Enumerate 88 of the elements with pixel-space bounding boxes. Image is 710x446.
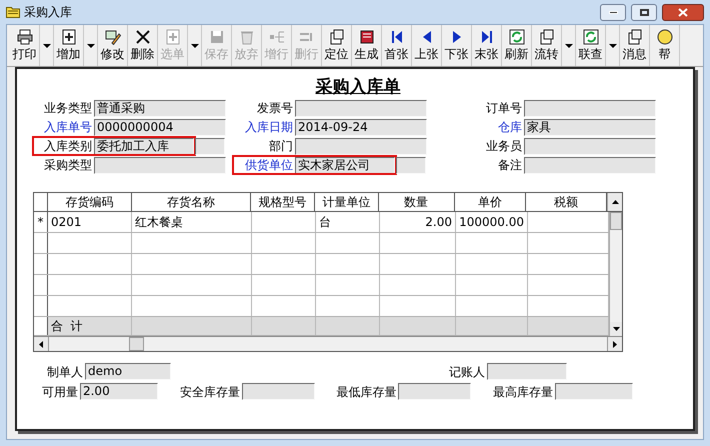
field-label: 记账人 [448,364,486,380]
input-field[interactable] [195,138,225,154]
input-field[interactable] [555,383,633,400]
up-arrow-icon [612,200,618,204]
input-field[interactable] [487,363,567,380]
input-field[interactable] [295,138,427,154]
caret-icon [42,44,50,48]
column-header[interactable]: 规格型号 [251,193,316,211]
input-field[interactable] [398,383,472,400]
trash-icon [238,29,254,45]
scroll-thumb[interactable] [129,337,144,351]
row-header-cell [34,317,48,335]
input-field[interactable] [524,100,656,116]
input-field[interactable]: 家具 [524,118,656,136]
input-field[interactable]: demo [85,363,171,380]
window-title: 采购入库 [24,4,72,21]
caret-icon [564,44,572,48]
toolbar-button[interactable]: 打印 [10,25,40,66]
help-icon [656,29,672,45]
vertical-scrollbar[interactable] [609,212,622,336]
data-grid[interactable]: 存货编码 存货名称 规格型号 计量单位 数量 单价 税额 * 0201 红木餐桌 台 2.00 100000.00 合 计 [33,192,623,352]
caret-icon [190,44,198,48]
field-label: 业务员 [485,138,522,155]
field-label: 最高库存量 [492,384,554,400]
down-arrow-icon [612,327,620,331]
close-button[interactable] [662,4,704,20]
refresh-icon [582,29,598,45]
field-label: 最低库存量 [335,384,398,400]
folder-icon [6,6,20,18]
input-field[interactable]: 实木家居公司 [295,156,395,174]
field-link[interactable]: 入库日期 [235,118,293,136]
input-field[interactable] [524,138,656,154]
input-field[interactable] [396,156,426,174]
field-label: 订单号 [485,100,522,117]
form-title: 采购入库单 [316,76,400,99]
right-arrow-icon [613,340,617,348]
column-header[interactable]: 单价 [454,193,526,211]
maximize-button[interactable] [631,4,657,20]
add-document-icon [164,29,180,45]
input-field[interactable]: 2014-09-24 [295,118,427,136]
minimize-button[interactable] [600,4,626,20]
printer-icon [16,29,32,45]
field-link[interactable]: 供货单位 [235,156,293,174]
left-arrow-icon [39,340,43,348]
field-label: 可用量 [40,384,79,400]
refresh-icon [508,29,524,45]
input-field[interactable] [242,383,314,400]
scroll-up-button[interactable] [607,193,622,211]
input-field[interactable]: 0000000004 [94,118,226,136]
field-label: 部门 [268,138,293,155]
column-header[interactable]: 存货编码 [48,193,132,211]
document-icon [538,29,554,45]
add-document-icon [60,29,76,45]
close-icon [678,8,688,16]
caret-icon [608,44,616,48]
field-link[interactable]: 仓库 [464,118,522,136]
caret-icon [86,44,94,48]
field-label: 安全库存量 [178,384,241,400]
field-label: 备注 [497,157,522,174]
document-icon [328,29,344,45]
input-field[interactable] [524,156,656,174]
edit-icon [104,29,120,45]
table-cell: 台 [316,212,380,232]
field-label: 采购类型 [43,157,92,174]
input-field[interactable]: 2.00 [80,383,158,400]
field-link[interactable]: 入库单号 [34,118,92,136]
column-header[interactable]: 存货名称 [132,193,252,211]
total-label: 合 计 [48,317,132,335]
horizontal-scrollbar[interactable] [34,336,622,351]
table-cell: 100000.00 [456,212,528,232]
table-cell: 2.00 [380,212,456,232]
column-header[interactable]: 计量单位 [315,193,379,211]
field-label: 业务类型 [43,100,92,117]
delete-icon [134,29,150,45]
field-label: 入库类别 [43,138,92,155]
column-header[interactable]: 数量 [378,193,455,211]
scroll-thumb[interactable] [610,212,622,230]
document-icon [626,29,642,45]
table-cell: 0201 [48,212,132,232]
input-field[interactable]: 委托加工入库 [94,138,194,154]
table-cell: 红木餐桌 [132,212,252,232]
field-label: 制单人 [46,364,84,380]
input-field[interactable]: 普通采购 [94,100,226,116]
input-field[interactable] [94,156,226,174]
book-icon [358,29,374,45]
field-label: 发票号 [256,100,293,117]
insert-row-icon [268,29,284,45]
input-field[interactable] [295,100,427,116]
